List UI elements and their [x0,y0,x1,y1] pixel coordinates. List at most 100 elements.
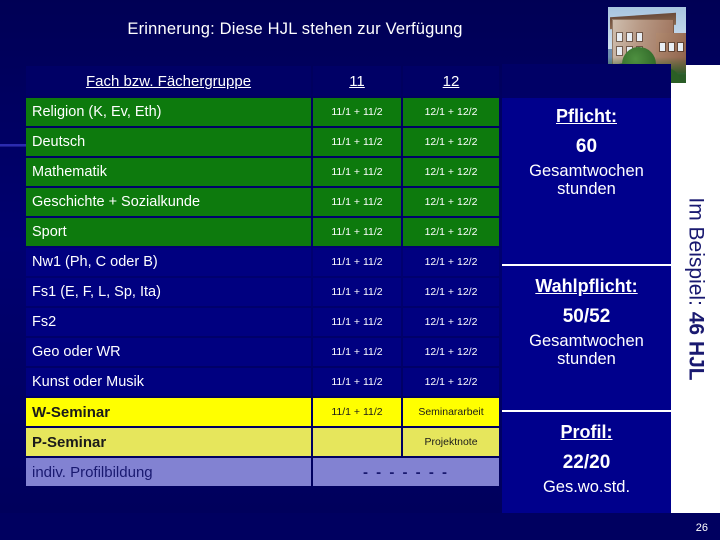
panel-block-pflicht-subtitle: Gesamtwochen stunden [529,162,644,199]
panel-block-profil: Profil: 22/20 Ges.wo.std. [502,412,671,513]
table-row: Fs2 11/1 + 11/2 12/1 + 12/2 [26,308,499,336]
panel-block-profil-heading: Profil: [560,422,613,442]
column-header-subject: Fach bzw. Fächergruppe [26,66,311,96]
subject-name-cell: Fs1 (E, F, L, Sp, Ita) [26,278,311,306]
subject-name-label: Fs1 (E, F, L, Sp, Ita) [26,278,311,306]
cell-11-label: 11/1 + 11/2 [313,158,401,186]
table-row: P-Seminar Projektnote [26,428,499,456]
cell-12: 12/1 + 12/2 [403,158,499,186]
table-row: Fs1 (E, F, L, Sp, Ita) 11/1 + 11/2 12/1 + … [26,278,499,306]
subject-name-cell: Kunst oder Musik [26,368,311,396]
cell-11-label [313,428,401,456]
column-header-11: 11 [313,66,401,96]
cell-11-label: 11/1 + 11/2 [313,308,401,336]
table-row: Geo oder WR 11/1 + 11/2 12/1 + 12/2 [26,338,499,366]
merged-note-cell: - - - - - - - [313,458,499,486]
table-row: Geschichte + Sozialkunde 11/1 + 11/2 12/1 … [26,188,499,216]
subject-name-label: Sport [26,218,311,246]
cell-12-label: 12/1 + 12/2 [403,188,499,216]
cell-11: 11/1 + 11/2 [313,338,401,366]
cell-12: 12/1 + 12/2 [403,368,499,396]
vertical-side-label: Im Beispiel: 46 HJL [671,65,720,513]
subject-name-cell: Geschichte + Sozialkunde [26,188,311,216]
slide-canvas: Erinnerung: Diese HJL stehen zur Verfügu… [0,0,720,540]
photo-window [617,47,622,55]
table-row: indiv. Profilbildung - - - - - - - [26,458,499,486]
subject-name-cell: W-Seminar [26,398,311,426]
cell-12: 12/1 + 12/2 [403,218,499,246]
panel-block-wahlpflicht-subtitle: Gesamtwochen stunden [529,332,644,369]
cell-12: 12/1 + 12/2 [403,128,499,156]
table-body: Religion (K, Ev, Eth) 11/1 + 11/2 12/1 + 1… [26,98,499,486]
panel-block-wahlpflicht: Wahlpflicht: 50/52 Gesamtwochen stunden [502,266,671,410]
cell-11-label: 11/1 + 11/2 [313,188,401,216]
subject-name-label: W-Seminar [26,398,311,426]
cell-12-label: 12/1 + 12/2 [403,218,499,246]
table-row: Kunst oder Musik 11/1 + 11/2 12/1 + 12/2 [26,368,499,396]
vertical-label-lead: Im Beispiel: [684,197,708,312]
cell-12-label: 12/1 + 12/2 [403,368,499,396]
column-header-12-label: 12 [442,72,460,90]
cell-12: 12/1 + 12/2 [403,278,499,306]
cell-11: 11/1 + 11/2 [313,248,401,276]
cell-11-label: 11/1 + 11/2 [313,218,401,246]
subject-name-label: Kunst oder Musik [26,368,311,396]
cell-11-label: 11/1 + 11/2 [313,368,401,396]
column-header-12: 12 [403,66,499,96]
photo-window [637,33,642,41]
subject-name-cell: Sport [26,218,311,246]
cell-11: 11/1 + 11/2 [313,188,401,216]
cell-11-label: 11/1 + 11/2 [313,278,401,306]
cell-11: 11/1 + 11/2 [313,128,401,156]
cell-11 [313,428,401,456]
cell-11: 11/1 + 11/2 [313,218,401,246]
subject-name-cell: Fs2 [26,308,311,336]
cell-11: 11/1 + 11/2 [313,278,401,306]
cell-12: Projektnote [403,428,499,456]
table-row: Sport 11/1 + 11/2 12/1 + 12/2 [26,218,499,246]
subject-name-label: Religion (K, Ev, Eth) [26,98,311,126]
cell-12-label: 12/1 + 12/2 [403,338,499,366]
cell-11-label: 11/1 + 11/2 [313,98,401,126]
photo-window [669,43,674,51]
subject-name-label: Deutsch [26,128,311,156]
subject-name-cell: Religion (K, Ev, Eth) [26,98,311,126]
cell-12: Seminararbeit [403,398,499,426]
cell-11-label: 11/1 + 11/2 [313,338,401,366]
cell-11-label: 11/1 + 11/2 [313,128,401,156]
subject-name-label: indiv. Profilbildung [26,458,311,486]
table-row: Religion (K, Ev, Eth) 11/1 + 11/2 12/1 + 1… [26,98,499,126]
cell-12: 12/1 + 12/2 [403,248,499,276]
cell-12-label: 12/1 + 12/2 [403,98,499,126]
subject-name-cell: Deutsch [26,128,311,156]
slide-number: 26 [695,522,708,534]
subject-name-label: Fs2 [26,308,311,336]
cell-12: 12/1 + 12/2 [403,338,499,366]
cell-12-label: 12/1 + 12/2 [403,278,499,306]
panel-block-profil-subtitle: Ges.wo.std. [542,478,631,496]
photo-window [660,43,665,51]
bottom-band [0,513,720,540]
cell-11: 11/1 + 11/2 [313,158,401,186]
decorative-accent-line-secondary [0,146,26,147]
cell-11: 11/1 + 11/2 [313,368,401,396]
subject-name-label: P-Seminar [26,428,311,456]
subject-name-label: Mathematik [26,158,311,186]
subject-name-cell: indiv. Profilbildung [26,458,311,486]
subject-name-label: Nw1 (Ph, C oder B) [26,248,311,276]
photo-window [627,33,632,41]
vertical-label-value: 46 HJL [684,311,708,381]
summary-panel: Pflicht: 60 Gesamtwochen stunden Wahlpfli… [502,64,671,513]
column-header-11-label: 11 [349,72,365,90]
table-header-row: Fach bzw. Fächergruppe 11 12 [26,66,499,96]
subject-name-label: Geschichte + Sozialkunde [26,188,311,216]
table-row: Nw1 (Ph, C oder B) 11/1 + 11/2 12/1 + 12/2 [26,248,499,276]
cell-11: 11/1 + 11/2 [313,308,401,336]
cell-12-label: 12/1 + 12/2 [403,248,499,276]
panel-block-pflicht-number: 60 [575,136,598,157]
panel-block-wahlpflicht-heading: Wahlpflicht: [535,276,638,296]
subject-name-label: Geo oder WR [26,338,311,366]
cell-12-label: Projektnote [403,428,499,456]
subject-name-cell: Nw1 (Ph, C oder B) [26,248,311,276]
subject-name-cell: P-Seminar [26,428,311,456]
